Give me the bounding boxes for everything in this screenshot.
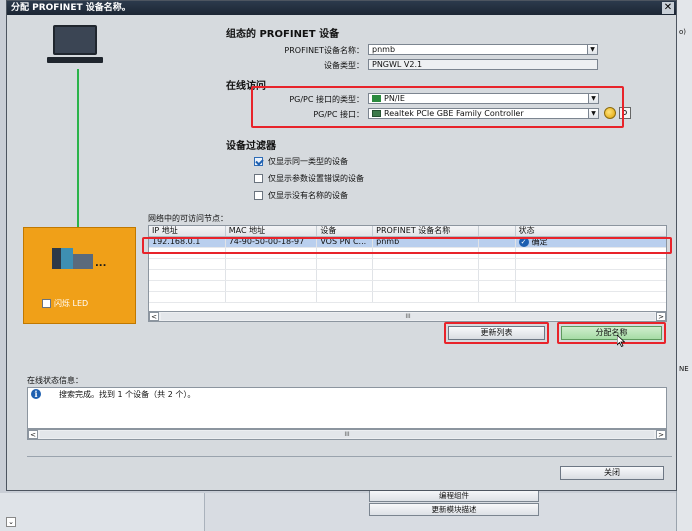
checkbox-icon[interactable] — [254, 191, 263, 200]
column-header-blank[interactable] — [479, 226, 516, 236]
background-panel-right: o) NE — [676, 0, 692, 531]
highlight-selected-row — [142, 237, 672, 254]
close-button[interactable]: 关闭 — [560, 466, 664, 480]
column-header-pn-name[interactable]: PROFINET 设备名称 — [373, 226, 479, 236]
highlight-online-access — [251, 86, 624, 128]
checkbox-icon[interactable] — [42, 299, 51, 308]
filter-option-label: 仅显示参数设置错误的设备 — [268, 174, 364, 183]
mouse-cursor-icon — [617, 335, 625, 347]
column-header-mac[interactable]: MAC 地址 — [226, 226, 318, 236]
table-row-empty — [149, 292, 666, 303]
highlight-assign-name — [557, 322, 666, 344]
scroll-right-icon[interactable]: > — [656, 430, 666, 439]
filter-option-label: 仅显示同一类型的设备 — [268, 157, 348, 166]
checkbox-icon[interactable] — [254, 174, 263, 183]
device-filter-heading: 设备过滤器 — [226, 141, 276, 152]
list-item: i 搜索完成。找到 1 个设备（共 2 个）。 — [28, 388, 666, 400]
device-name-select[interactable]: pnmb ▼ — [368, 44, 598, 55]
configured-device-heading: 组态的 PROFINET 设备 — [226, 29, 340, 40]
status-caption: 在线状态信息： — [27, 376, 83, 385]
bg-fragment-text: o) — [679, 28, 687, 36]
scroll-right-icon[interactable]: > — [656, 312, 666, 321]
filter-no-name-checkbox[interactable]: 仅显示没有名称的设备 — [254, 190, 348, 201]
table-row-empty — [149, 281, 666, 292]
close-icon[interactable]: ✕ — [662, 2, 674, 14]
assign-device-name-dialog: 分配 PROFINET 设备名称。 ✕ ... 闪烁 LED 组态的 PROFI… — [6, 0, 677, 491]
info-icon: i — [31, 389, 41, 399]
device-type-field: PNGWL V2.1 — [368, 59, 598, 70]
highlight-update-list — [444, 322, 549, 344]
filter-option-label: 仅显示没有名称的设备 — [268, 191, 348, 200]
device-name-value: pnmb — [372, 45, 396, 54]
column-header-ip[interactable]: IP 地址 — [149, 226, 226, 236]
bg-fragment-text: NE — [679, 365, 689, 373]
dialog-title: 分配 PROFINET 设备名称。 — [11, 3, 131, 13]
bg-left-tab: ⌄ — [0, 493, 205, 531]
column-header-device[interactable]: 设备 — [317, 226, 374, 236]
flash-led-label: 闪烁 LED — [54, 299, 89, 308]
device-graphic-panel: ... 闪烁 LED — [23, 227, 136, 324]
scroll-thumb[interactable]: III — [161, 313, 655, 320]
flash-led-checkbox[interactable]: 闪烁 LED — [42, 298, 88, 309]
table-row-empty — [149, 270, 666, 281]
filter-wrong-params-checkbox[interactable]: 仅显示参数设置错误的设备 — [254, 173, 364, 184]
bg-button-update-module-desc[interactable]: 更新模块描述 — [369, 503, 539, 516]
plc-device-icon: ... — [52, 248, 110, 270]
background-panel-bottom: ⌄ — [0, 493, 676, 531]
table-horizontal-scrollbar[interactable]: < III > — [148, 311, 667, 322]
table-row-empty — [149, 259, 666, 270]
device-type-label: 设备类型： — [324, 61, 364, 70]
scroll-left-icon[interactable]: < — [149, 312, 159, 321]
dialog-title-bar: 分配 PROFINET 设备名称。 ✕ — [7, 1, 676, 15]
chevron-down-icon[interactable]: ▼ — [587, 45, 597, 54]
status-message: 搜索完成。找到 1 个设备（共 2 个）。 — [59, 389, 196, 399]
status-horizontal-scrollbar[interactable]: < III > — [27, 429, 667, 440]
table-header: IP 地址 MAC 地址 设备 PROFINET 设备名称 状态 — [149, 226, 666, 237]
checkbox-checked-icon[interactable] — [254, 157, 263, 166]
chevron-down-icon[interactable]: ⌄ — [6, 517, 16, 527]
device-type-value: PNGWL V2.1 — [372, 60, 423, 69]
device-name-label: PROFINET设备名称： — [284, 46, 364, 55]
filter-same-type-checkbox[interactable]: 仅显示同一类型的设备 — [254, 156, 348, 167]
scroll-thumb[interactable]: III — [40, 431, 654, 438]
accessible-nodes-caption: 网络中的可访问节点： — [148, 214, 228, 223]
pc-icon — [47, 23, 103, 69]
status-message-list: i 搜索完成。找到 1 个设备（共 2 个）。 — [27, 387, 667, 429]
scroll-left-icon[interactable]: < — [28, 430, 38, 439]
column-header-status[interactable]: 状态 — [516, 226, 666, 236]
divider — [27, 456, 672, 457]
network-connection-line — [77, 69, 79, 227]
